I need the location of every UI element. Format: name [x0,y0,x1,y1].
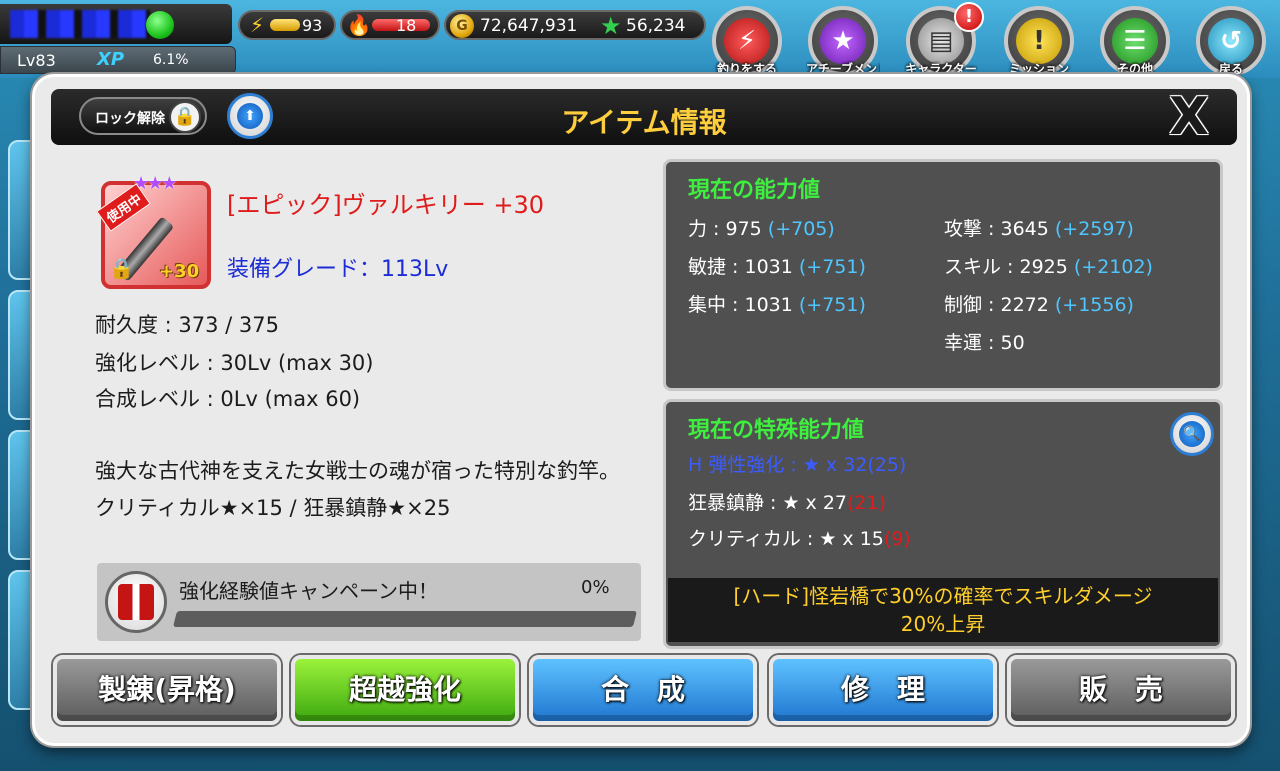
campaign-banner: 強化経験値キャンペーン中！ 0% [97,563,641,641]
campaign-text: 強化経験値キャンペーン中！ [179,579,438,603]
special-ability: クリティカル : ★ x 15(9) [688,524,911,551]
lightning-icon: ⚡ [249,13,265,37]
top-hud: Lv83 XP 6.1% ⚡ 93 🔥 18 G 72,647,931 ★ 56… [0,0,1280,78]
online-status-icon [146,11,174,39]
level-bar: Lv83 XP 6.1% [0,46,236,74]
synthesize-button[interactable]: 合 成 [529,655,757,725]
item-name: [エピック]ヴァルキリー +30 [227,191,545,219]
menu-mission-button[interactable]: ! ミッション [1004,6,1074,76]
special-ability: 狂暴鎮静 : ★ x 27(21) [688,488,886,515]
xp-percent: 6.1% [153,52,189,68]
green-star-icon: ★ [600,12,622,40]
gift-box-icon [118,584,154,620]
stat-attack: 攻撃 : 3645 (+2597) [944,214,1134,241]
gold-value: 72,647,931 [480,16,578,36]
ability-label: H 弾性強化 : ★ x 32 [688,454,868,476]
ability-label: クリティカル : ★ x 15 [688,528,884,550]
synthesis-level: 合成レベル : 0Lv (max 60) [95,387,361,411]
repair-button[interactable]: 修 理 [769,655,997,725]
stat-label: 敏捷 : 1031 [688,256,799,278]
item-info-dialog: アイテム情報 ロック解除 🔒 ⬆ X ★★★ 使用中 🔒 +30 [エピック]ヴ… [32,74,1250,746]
special-abilities-panel: 現在の特殊能力値 🔍 H 弾性強化 : ★ x 32(25) 狂暴鎮静 : ★ … [663,399,1223,649]
current-stats-panel: 現在の能力値 力 : 975 (+705) 敏捷 : 1031 (+751) 集… [663,159,1223,391]
special-panel-title: 現在の特殊能力値 [688,418,865,443]
special-info-button[interactable]: 🔍 [1170,412,1214,456]
unlock-label: ロック解除 [95,111,165,127]
enhance-level: 強化レベル : 30Lv (max 30) [95,351,374,375]
energy-counter[interactable]: ⚡ 93 [238,10,336,40]
star-value: 56,234 [626,16,686,36]
stat-agility: 敏捷 : 1031 (+751) [688,252,866,279]
ability-level: (25) [867,454,907,476]
dialog-header: アイテム情報 ロック解除 🔒 ⬆ X [51,89,1237,145]
stat-luck: 幸運 : 50 [944,328,1025,355]
stat-label: 制御 : 2272 [944,294,1055,316]
ability-level: (9) [883,528,911,550]
stat-focus: 集中 : 1031 (+751) [688,290,866,317]
fire-icon: 🔥 [346,13,372,37]
sell-button[interactable]: 販 売 [1007,655,1235,725]
stat-power: 力 : 975 (+705) [688,214,835,241]
magnifier-icon: 🔍 [1179,421,1205,447]
special-effect-text: [ハード]怪岩橋で30%の確率でスキルダメージ 20%上昇 [668,578,1218,642]
refine-button[interactable]: 製錬(昇格) [53,655,281,725]
stat-label: 力 : 975 [688,218,768,240]
player-name-bar [0,4,232,44]
player-level: Lv83 [17,51,56,70]
lock-icon: 🔒 [169,101,201,133]
durability: 耐久度 : 373 / 375 [95,313,280,337]
stat-label: 攻撃 : 3645 [944,218,1055,240]
transcend-button[interactable]: 超越強化 [291,655,519,725]
energy-value: 93 [302,16,323,35]
lightbulb-icon: ! [1016,18,1062,64]
stat-bonus: (+1556) [1054,294,1134,316]
currency-counter[interactable]: G 72,647,931 ★ 56,234 [444,10,706,40]
stats-panel-title: 現在の能力値 [688,178,821,203]
campaign-progress-fill [173,611,177,627]
menu-fishing-button[interactable]: ⚡ 釣りをする [712,6,782,76]
ability-label: 狂暴鎮静 : ★ x 27 [688,492,848,514]
stat-bonus: (+2102) [1073,256,1153,278]
stat-label: 幸運 : 50 [944,332,1025,354]
gift-icon [105,571,167,633]
star-icon: ★ [820,18,866,64]
campaign-percent: 0% [581,577,610,598]
unlock-button[interactable]: ロック解除 🔒 [79,97,207,135]
enhance-plus-badge: +30 [159,261,200,282]
stat-bonus: (+751) [798,256,866,278]
campaign-progress-bar [173,611,637,627]
energy-bar [270,19,300,31]
list-icon: ☰ [1112,18,1158,64]
stat-control: 制御 : 2272 (+1556) [944,290,1134,317]
xp-label: XP [97,49,125,70]
gold-coin-icon: G [450,14,474,38]
fire-counter[interactable]: 🔥 18 [340,10,440,40]
menu-other-button[interactable]: ☰ その他 [1100,6,1170,76]
equipment-grade: 装備グレード：113Lv [227,257,449,282]
menu-back-button[interactable]: ↺ 戻る [1196,6,1266,76]
lock-icon: 🔒 [109,256,134,280]
stat-bonus: (+751) [798,294,866,316]
close-button[interactable]: X [1163,91,1215,143]
lightning-icon: ⚡ [724,18,770,64]
item-description: 強大な古代神を支えた女戦士の魂が宿った特別な釣竿。 クリティカル★×15 / 狂… [95,459,620,520]
special-ability: H 弾性強化 : ★ x 32(25) [688,450,906,477]
stat-label: スキル : 2925 [944,256,1074,278]
stat-bonus: (+2597) [1054,218,1134,240]
stat-label: 集中 : 1031 [688,294,799,316]
player-name-redacted [10,10,150,38]
stat-bonus: (+705) [767,218,835,240]
ability-level: (21) [847,492,887,514]
stat-skill: スキル : 2925 (+2102) [944,252,1153,279]
share-icon: ⬆ [237,103,263,129]
item-thumbnail[interactable]: ★★★ 使用中 🔒 +30 [96,173,211,289]
menu-achievement-button[interactable]: ★ アチーブメント [806,6,880,76]
fire-value: 18 [396,16,417,35]
share-button[interactable]: ⬆ [227,93,273,139]
alert-badge: ! [954,2,984,32]
return-icon: ↺ [1208,18,1254,64]
